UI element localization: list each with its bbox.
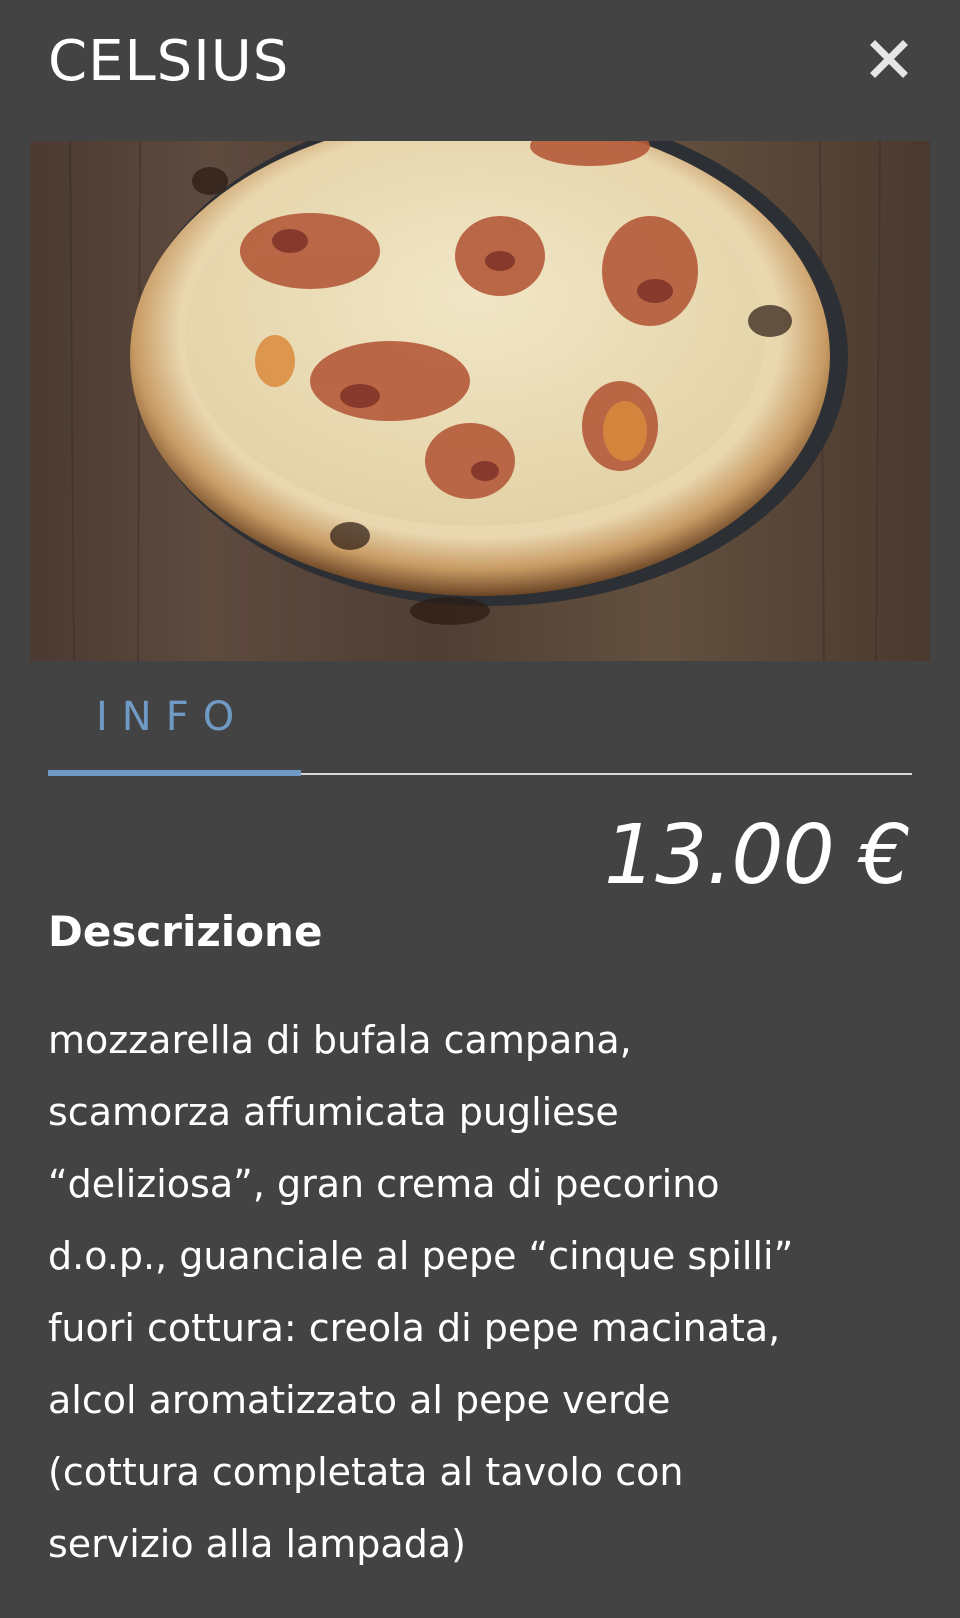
tab-info[interactable]: INFO [48, 690, 301, 778]
tab-divider [301, 773, 912, 775]
description-line: fuori cottura: creola di pepe macinata, [48, 1306, 781, 1350]
close-icon [870, 40, 908, 78]
tab-bar: INFO [48, 690, 912, 780]
description-line: servizio alla lampada) [48, 1522, 466, 1566]
description-line: “deliziosa”, gran crema di pecorino [48, 1162, 720, 1206]
description-line: scamorza affumicata pugliese [48, 1090, 619, 1134]
tab-info-label: INFO [96, 694, 249, 740]
description-text: mozzarella di bufala campana, scamorza a… [48, 1004, 928, 1580]
description-heading: Descrizione [48, 907, 323, 956]
description-line: d.o.p., guanciale al pepe “cinque spilli… [48, 1234, 794, 1278]
product-image [30, 141, 930, 661]
description-line: (cottura completata al tavolo con [48, 1450, 684, 1494]
page-title: CELSIUS [48, 29, 290, 94]
description-line: mozzarella di bufala campana, [48, 1018, 632, 1062]
pizza-image [30, 141, 930, 661]
price-label: 13.00 € [604, 808, 911, 903]
active-tab-indicator [48, 770, 301, 776]
description-line: alcol aromatizzato al pepe verde [48, 1378, 671, 1422]
close-button[interactable] [868, 38, 910, 80]
